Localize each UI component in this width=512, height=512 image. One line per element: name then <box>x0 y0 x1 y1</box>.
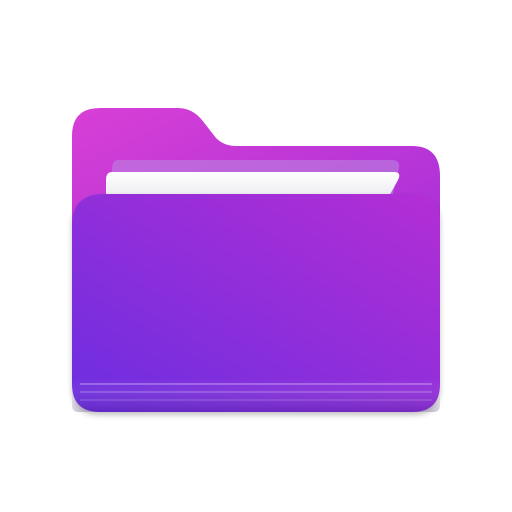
folder-icon[interactable] <box>0 0 512 512</box>
app-icon-canvas <box>0 0 512 512</box>
